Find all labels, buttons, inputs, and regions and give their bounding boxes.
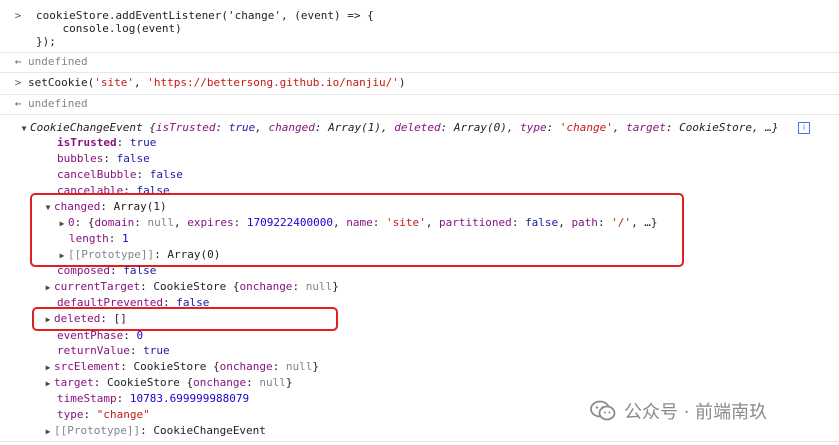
preview-key: onchange [219,360,273,373]
prop-composed: composed: false [57,264,157,277]
prop-value: "change" [96,408,150,421]
preview-key: onchange [193,376,247,389]
preview-value: null [305,280,333,293]
prop-prototype[interactable]: ▶ [[Prototype]]: CookieChangeEvent [42,424,266,439]
prop-bubbles: bubbles: false [57,152,150,165]
code-arg: 'https://bettersong.github.io/nanjiu/' [147,76,399,89]
prop-value: false [123,264,157,277]
result-return-icon: ← [14,55,22,68]
preview-key: onchange [239,280,293,293]
prop-returnValue: returnValue: true [57,344,170,357]
event-object-header[interactable]: ▼ CookieChangeEvent {isTrusted: true, cha… [18,121,779,136]
preview-key: changed [268,121,315,134]
divider [0,52,839,53]
prop-key: bubbles [57,152,104,165]
prop-value: true [143,344,170,357]
preview-value: true [228,121,256,134]
code-line: console.log(event) [36,22,182,35]
preview-key: deleted [394,121,441,134]
divider [0,72,839,73]
preview-value: null [285,360,313,373]
preview-key: isTrusted [155,121,216,134]
console-result-1: undefined [28,55,88,68]
console-input-2[interactable]: setCookie('site', 'https://bettersong.gi… [28,76,406,90]
prop-value: false [176,296,210,306]
watermark: 公众号 · 前端南玖 [590,399,767,423]
prop-value: false [149,168,183,181]
highlight-box-changed [30,193,684,267]
code-arg: 'site' [94,76,134,89]
prop-value: false [116,152,150,165]
divider [0,441,839,442]
prop-value: CookieStore [107,376,180,389]
result-return-icon: ← [14,97,22,110]
prop-srcElement[interactable]: ▶ srcElement: CookieStore {onchange: null… [42,360,319,375]
preview-value: Array(0) [453,121,507,134]
code-comma: , [133,76,148,89]
code-close: ) [398,76,406,89]
console-input-1-line2: console.log(event) [36,22,182,36]
prop-type: type: "change" [57,408,150,421]
prop-key: returnValue [57,344,130,357]
preview-value: null [259,376,286,389]
preview-value: 'change' [559,121,613,134]
prop-key: type [57,408,84,421]
code-fn: setCookie( [28,76,95,89]
prop-value: 0 [136,329,144,340]
divider [0,114,839,115]
prop-key: eventPhase [57,329,124,340]
prop-timeStamp: timeStamp: 10783.699999988079 [57,392,250,405]
divider [0,94,839,95]
prop-key: [[Prototype]] [54,424,141,437]
expand-triangle-right-icon[interactable]: ▶ [42,281,54,295]
highlight-box-deleted [32,307,338,331]
expand-triangle-right-icon[interactable]: ▶ [42,377,54,391]
preview-key: target [626,121,666,134]
preview-brace: , …} [751,121,779,134]
console-input-1-line3: }); [36,35,56,49]
expand-triangle-right-icon[interactable]: ▶ [42,425,54,439]
wechat-icon [590,400,616,421]
prop-cancelBubble: cancelBubble: false [57,168,183,181]
console-input-1[interactable]: cookieStore.addEventListener('change', (… [36,9,374,23]
code-line: }); [36,35,56,48]
expand-triangle-down-icon[interactable]: ▼ [18,122,30,136]
console-result-2: undefined [28,97,88,110]
preview-brace: { [142,121,156,134]
prop-value: CookieStore [133,360,207,373]
code-line: cookieStore.addEventListener('change', (… [36,9,374,22]
prop-isTrusted: isTrusted: true [57,136,157,149]
preview-key: type [520,121,547,134]
prop-key: cancelBubble [57,168,137,181]
prop-key: srcElement [54,360,121,373]
prop-defaultPrevented: defaultPrevented: false [57,296,209,306]
prop-eventPhase: eventPhase: 0 [57,329,144,340]
info-icon[interactable]: i [798,122,810,134]
prop-key: timeStamp [57,392,117,405]
watermark-text: 公众号 · 前端南玖 [624,402,768,423]
preview-value: Array(1) [328,121,382,134]
prop-key: target [54,376,94,389]
input-prompt-icon: > [14,9,22,22]
prop-key: isTrusted [57,136,117,149]
prop-value: CookieStore [153,280,227,293]
object-class-name: CookieChangeEvent [30,121,143,134]
preview-value: CookieStore [679,121,752,134]
prop-key: defaultPrevented [57,296,163,306]
prop-target[interactable]: ▶ target: CookieStore {onchange: null} [42,376,293,391]
prop-value: CookieChangeEvent [153,424,266,437]
prop-value: 10783.699999988079 [129,392,250,405]
prop-key: composed [57,264,110,277]
prop-currentTarget[interactable]: ▶ currentTarget: CookieStore {onchange: n… [42,280,339,295]
prop-value: true [129,136,157,149]
input-prompt-icon: > [14,76,22,89]
prop-key: currentTarget [54,280,141,293]
expand-triangle-right-icon[interactable]: ▶ [42,361,54,375]
